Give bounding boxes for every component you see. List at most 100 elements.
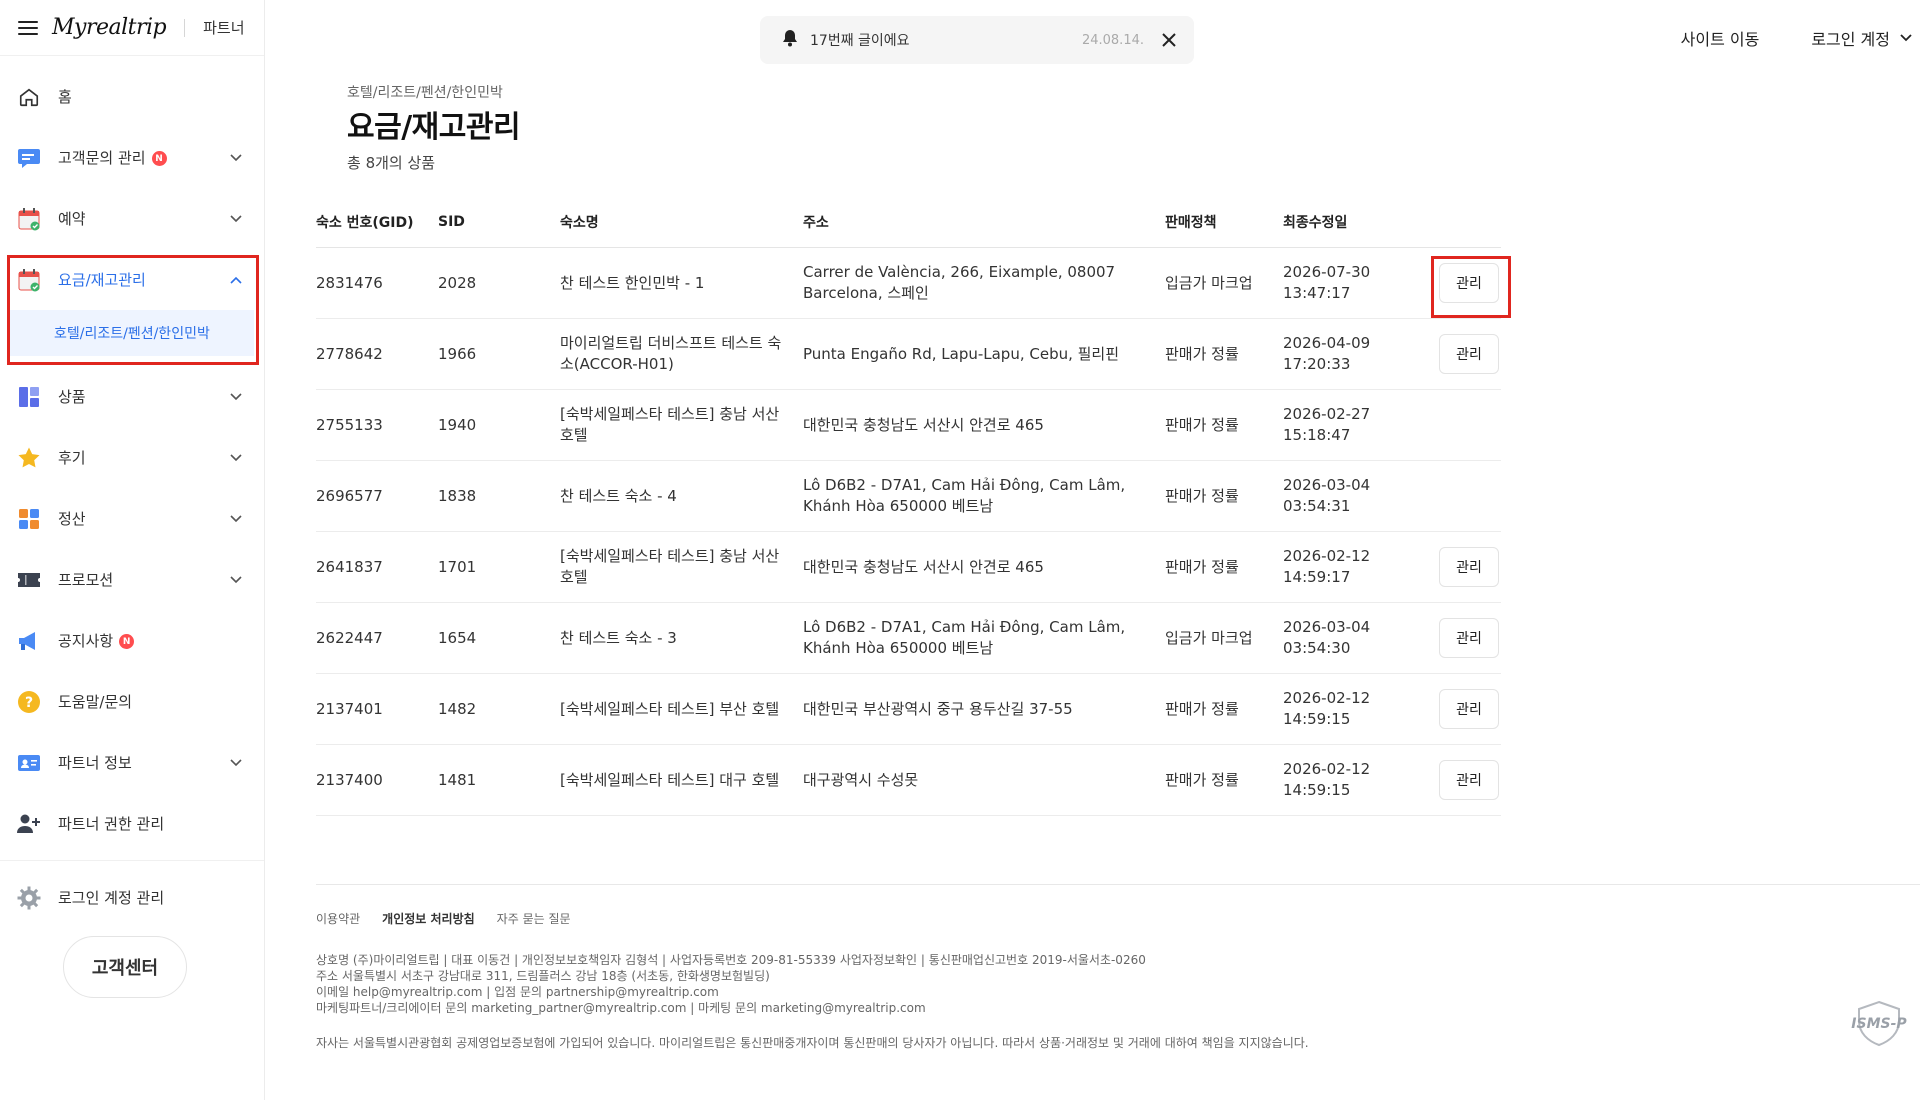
- sidebar-item-inquiry[interactable]: 고객문의 관리 N: [0, 127, 264, 188]
- footer-links: 이용약관 개인정보 처리방침 자주 묻는 질문: [316, 910, 593, 927]
- cell-policy: 판매가 정률: [1165, 557, 1239, 576]
- cell-gid: 2778642: [316, 344, 383, 363]
- footer-divider: [316, 884, 1920, 885]
- top-right-menu: 사이트 이동 로그인 계정: [1681, 26, 1912, 50]
- cell-modified: 2026-02-27 15:18:47: [1283, 404, 1425, 446]
- customer-center-button[interactable]: 고객센터: [63, 936, 187, 998]
- cell-modified: 2026-02-12 14:59:15: [1283, 759, 1425, 801]
- company-info-line: 상호명 (주)마이리얼트립 | 대표 이동건 | 개인정보보호책임자 김형석 |…: [316, 953, 1146, 967]
- new-badge: N: [151, 151, 167, 166]
- modified-time: 03:54:31: [1283, 497, 1351, 515]
- chevron-down-icon[interactable]: [228, 211, 244, 227]
- table-row: 2778642 1966 마이리얼트립 더비스프트 테스트 숙소(ACCOR-H…: [316, 319, 1501, 390]
- question-icon: ?: [16, 689, 42, 715]
- cell-gid: 2137400: [316, 770, 383, 789]
- cell-sid: 1482: [438, 699, 477, 718]
- cell-policy: 입금가 마크업: [1165, 628, 1253, 647]
- account-dropdown[interactable]: 로그인 계정: [1811, 26, 1912, 50]
- sidebar-item-reservation[interactable]: 예약: [0, 188, 264, 249]
- sidebar-item-notice[interactable]: 공지사항 N: [0, 610, 264, 671]
- cell-address: 대한민국 충청남도 서산시 안견로 465: [803, 557, 1044, 576]
- sidebar-item-label: 공지사항: [58, 632, 114, 650]
- chevron-down-icon[interactable]: [228, 572, 244, 588]
- logo[interactable]: Myrealtrip: [52, 15, 167, 40]
- cell-sid: 1654: [438, 628, 477, 647]
- sidebar-item-label: 프로모션: [58, 571, 114, 589]
- cell-name: 마이리얼트립 더비스프트 테스트 숙소(ACCOR-H01): [560, 334, 782, 373]
- site-move-link[interactable]: 사이트 이동: [1681, 26, 1760, 50]
- sidebar-item-login-account[interactable]: 로그인 계정 관리: [0, 867, 264, 928]
- brand-bar: Myrealtrip 파트너: [0, 0, 264, 56]
- chat-icon: [16, 145, 42, 171]
- close-icon[interactable]: [1158, 29, 1180, 51]
- modified-date: 2026-03-04: [1283, 476, 1371, 494]
- modified-time: 14:59:15: [1283, 710, 1351, 728]
- modified-time: 14:59:17: [1283, 568, 1351, 586]
- notice-text[interactable]: 17번째 글이에요: [810, 30, 1082, 50]
- sidebar-subitem-hotel[interactable]: 호텔/리조트/펜션/한인민박: [10, 310, 254, 356]
- cell-policy: 판매가 정률: [1165, 486, 1239, 505]
- sidebar-item-label: 상품: [58, 388, 86, 406]
- chevron-down-icon[interactable]: [228, 389, 244, 405]
- manage-button[interactable]: 관리: [1431, 256, 1511, 318]
- cell-sid: 1940: [438, 415, 477, 434]
- company-info-line: 마케팅파트너/크리에이터 문의 marketing_partner@myreal…: [316, 1001, 926, 1015]
- calendar-check-icon: [16, 206, 42, 232]
- cell-address: Carrer de València, 266, Eixample, 08007…: [803, 263, 1116, 302]
- chevron-up-icon[interactable]: [228, 272, 244, 288]
- cell-name: [숙박세일페스타 테스트] 부산 호텔: [560, 699, 780, 718]
- manage-button[interactable]: 관리: [1439, 760, 1499, 800]
- column-header-policy: 판매정책: [1165, 214, 1217, 231]
- sidebar-item-label: 예약: [58, 210, 86, 228]
- terms-link[interactable]: 이용약관: [316, 910, 360, 927]
- home-icon: [16, 84, 42, 110]
- sidebar-item-label: 후기: [58, 449, 86, 467]
- new-badge: N: [119, 634, 135, 649]
- chevron-down-icon[interactable]: [228, 511, 244, 527]
- megaphone-icon: [16, 628, 42, 654]
- sidebar-item-help[interactable]: ? 도움말/문의: [0, 671, 264, 732]
- sidebar-item-label: 로그인 계정 관리: [58, 889, 165, 907]
- table-row: 2755133 1940 [숙박세일페스타 테스트] 충남 서산 호텔 대한민국…: [316, 390, 1501, 461]
- cell-modified: 2026-03-04 03:54:30: [1283, 617, 1425, 659]
- sidebar-item-home[interactable]: 홈: [0, 66, 264, 127]
- table-header: 숙소 번호(GID) SID 숙소명 주소 판매정책 최종수정일: [316, 196, 1501, 248]
- ismsp-logo: ISMS-P: [1846, 998, 1912, 1048]
- cell-sid: 2028: [438, 273, 477, 292]
- cell-sid: 1838: [438, 486, 477, 505]
- sidebar-item-rates-inventory[interactable]: 요금/재고관리: [0, 249, 264, 310]
- modified-date: 2026-02-27: [1283, 405, 1371, 423]
- chevron-down-icon[interactable]: [228, 150, 244, 166]
- manage-button[interactable]: 관리: [1439, 689, 1499, 729]
- table-row: 2622447 1654 찬 테스트 숙소 - 3 Lô D6B2 - D7A1…: [316, 603, 1501, 674]
- notice-date: 24.08.14.: [1081, 32, 1144, 48]
- cell-sid: 1966: [438, 344, 477, 363]
- cell-gid: 2622447: [316, 628, 383, 647]
- notice-bar[interactable]: 17번째 글이에요 24.08.14.: [760, 16, 1194, 64]
- cell-sid: 1481: [438, 770, 477, 789]
- sidebar-item-settlement[interactable]: 정산: [0, 488, 264, 549]
- ticket-icon: [16, 567, 42, 593]
- faq-link[interactable]: 자주 묻는 질문: [497, 910, 571, 927]
- cell-modified: 2026-04-09 17:20:33: [1283, 333, 1425, 375]
- chevron-down-icon[interactable]: [228, 755, 244, 771]
- sidebar-item-reviews[interactable]: 후기: [0, 427, 264, 488]
- account-label: 로그인 계정: [1811, 30, 1890, 49]
- sidebar-item-partner-info[interactable]: 파트너 정보: [0, 732, 264, 793]
- manage-button[interactable]: 관리: [1439, 334, 1499, 374]
- manage-button[interactable]: 관리: [1439, 618, 1499, 658]
- modified-time: 13:47:17: [1283, 284, 1351, 302]
- modified-date: 2026-02-12: [1283, 760, 1371, 778]
- sidebar-item-promotion[interactable]: 프로모션: [0, 549, 264, 610]
- sidebar-item-products[interactable]: 상품: [0, 366, 264, 427]
- privacy-link[interactable]: 개인정보 처리방침: [382, 910, 475, 927]
- manage-button[interactable]: 관리: [1439, 547, 1499, 587]
- cell-sid: 1701: [438, 557, 477, 576]
- table-row: 2831476 2028 찬 테스트 한인민박 - 1 Carrer de Va…: [316, 248, 1511, 319]
- table-row: 2641837 1701 [숙박세일페스타 테스트] 충남 서산 호텔 대한민국…: [316, 532, 1501, 603]
- sidebar-item-partner-permission[interactable]: 파트너 권한 관리: [0, 793, 264, 854]
- menu-icon[interactable]: [18, 20, 38, 35]
- cell-modified: 2026-03-04 03:54:31: [1283, 475, 1425, 517]
- cell-address: 대한민국 충청남도 서산시 안견로 465: [803, 415, 1044, 434]
- chevron-down-icon[interactable]: [228, 450, 244, 466]
